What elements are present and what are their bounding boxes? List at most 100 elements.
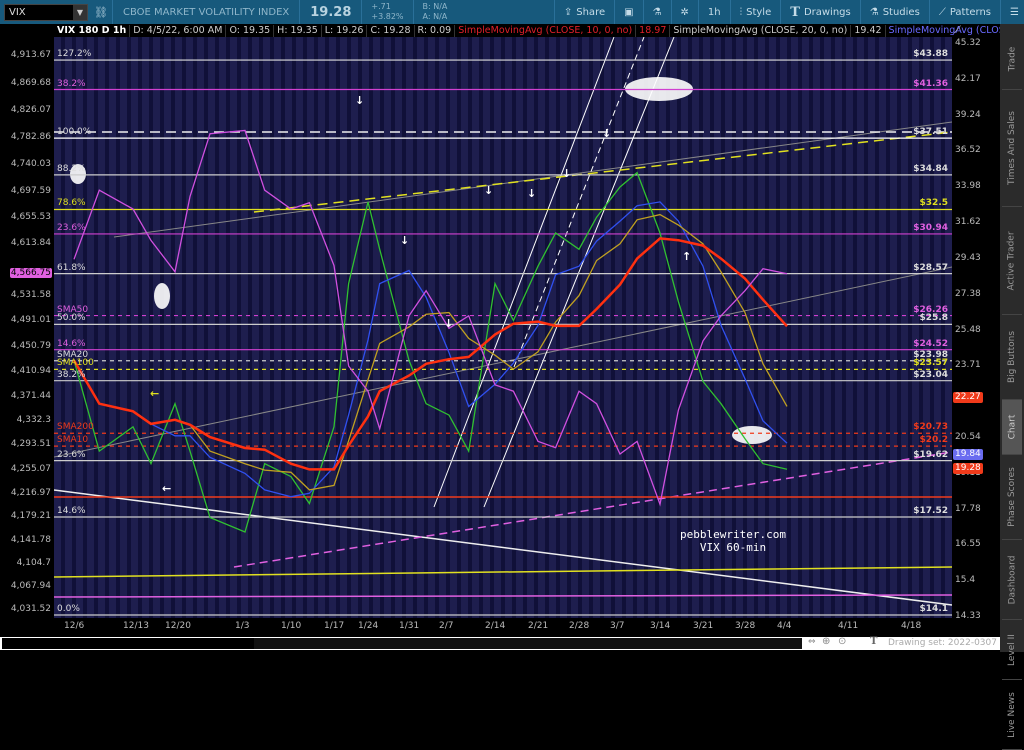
fib-label: 38.2% [57,78,86,89]
fib-label: 50.0% [57,313,86,324]
time-axis-tick: 2/14 [485,621,506,631]
studies-label: Studies [882,6,920,18]
text-tool-icon[interactable]: T [870,636,877,647]
time-axis-tick: 1/31 [399,621,420,631]
drawings-button[interactable]: T Drawings [780,0,859,24]
sidebar-tab-live-news[interactable]: Live News [1002,680,1022,750]
sidebar-tab-big-buttons[interactable]: Big Buttons [1002,315,1022,400]
sidebar-tab-chart[interactable]: Chart [1002,400,1022,455]
fib-label: 100.0% [57,127,92,138]
right-axis-tick: 33.98 [955,181,981,192]
percent-change: +3.82% [371,12,404,21]
bid: B: N/A [422,2,448,11]
time-axis[interactable]: 12/6 12/13 12/20 1/3 1/10 1/17 1/24 1/31 2/7 2/14… [54,618,952,636]
down-arrow-icon: ↓ [484,184,494,197]
sidebar-tab-active-trader[interactable]: Active Trader [1002,207,1022,315]
style-button[interactable]: ⫶ Style [729,0,781,24]
studies-button[interactable]: ⚗ Studies [859,0,929,24]
flask-icon: ⚗ [652,6,662,18]
bar-date: D: 4/5/22, 6:00 AM [130,25,227,37]
pan-icon[interactable]: ⇔ [808,637,816,647]
trendline-white [54,489,952,606]
chevron-down-icon[interactable]: ▼ [73,4,87,20]
flask-icon: ⚗ [869,6,879,18]
level-price-label: $41.36 [913,78,948,89]
scrollbar-track[interactable] [2,638,254,649]
price-badge: 19.84 [953,449,983,461]
share-button[interactable]: ⇪ Share [553,0,614,24]
level-price-label: $30.94 [913,222,948,233]
time-axis-tick: 2/7 [439,621,454,631]
scrollbar-thumb[interactable] [254,638,802,649]
fib-label: 23.6% [57,449,86,460]
last-price: 19.28 [310,4,352,20]
sidebar-tab-phase-scores[interactable]: Phase Scores [1002,455,1022,540]
right-axis-tick: 15.4 [955,575,976,586]
left-axis-tick: 4,740.03 [10,159,51,170]
alert-icon: ▣ [624,6,634,18]
left-axis-tick: 4,371.44 [10,390,51,401]
right-price-axis[interactable]: ⟋ 45.32 42.17 39.24 36.52 33.98 31.62 29.43 27.3… [952,25,1000,621]
patterns-button[interactable]: ⟋ Patterns [928,0,1000,24]
trendline-yellow-dashed [253,131,952,213]
time-axis-tick: 1/3 [235,621,250,631]
level-price-label: $28.57 [913,262,948,273]
right-axis-tick: 14.33 [955,611,981,621]
drawing-set-selector[interactable]: Drawing set: 2022-0307 [888,638,997,648]
drawings-label: Drawings [803,6,851,18]
left-axis-tick: 4,613.84 [10,238,51,249]
sidebar-tab-label: Big Buttons [1007,330,1017,384]
time-axis-tick: 3/21 [693,621,714,631]
sidebar-tab-trade[interactable]: Trade [1002,28,1022,90]
trendlines [54,37,952,606]
chart-symbol: VIX 180 D 1h [54,25,131,37]
left-arrow-icon: ← [150,387,160,400]
settings-button[interactable]: ✲ [670,0,698,24]
sidebar-tab-label: Phase Scores [1007,467,1018,527]
interval-button[interactable]: 1h [697,0,730,24]
sidebar-tab-label: Active Trader [1007,230,1018,291]
chart-svg [54,37,952,616]
level-price-label: $23.04 [913,369,948,380]
left-axis-tick: 4,655.53 [10,212,51,223]
crosshair-icon[interactable]: ⊕ [822,636,830,647]
menu-button[interactable]: ☰ [1000,0,1024,24]
flask-button[interactable]: ⚗ [642,0,671,24]
level-price-label: $14.1 [919,604,948,614]
right-axis-tick: 27.38 [955,288,981,299]
time-axis-tick: 3/28 [735,621,756,631]
level-price-label: $19.62 [913,449,948,460]
sma10-value: 18.97 [636,25,671,37]
zoom-icon[interactable]: ⊙ [838,636,846,647]
time-axis-tick: 12/6 [64,621,85,631]
right-sidebar: Trade Times And Sales Active Trader Big But… [1000,24,1024,750]
sma20-label[interactable]: SimpleMovingAvg (CLOSE, 20, 0, no) [670,25,852,37]
sidebar-tab-label: Chart [1007,414,1018,440]
chart-plot-area[interactable]: $43.88 127.2% $41.36 38.2% $37.51 100.0% $34.8… [54,37,952,618]
text-tool-icon: T [790,4,800,20]
sidebar-tab-times-and-sales[interactable]: Times And Sales [1002,90,1022,207]
symbol-input[interactable]: VIX ▼ [4,3,88,21]
auto-scale-icon[interactable]: ⟋ [954,25,961,36]
right-axis-tick: 23.71 [955,360,981,371]
sidebar-tab-label: Level II [1007,633,1017,666]
left-axis-tick: 4,697.59 [10,185,51,196]
level-price-label: $20.2 [919,435,948,446]
sma10-label[interactable]: SimpleMovingAvg (CLOSE, 10, 0, no) [455,25,637,37]
style-label: Style [746,6,772,18]
fib-label: 0.0% [57,604,80,614]
sidebar-tab-label: Times And Sales [1007,111,1017,185]
bar-low: L: 19.26 [322,25,368,37]
level-price-label: $43.88 [913,49,948,60]
left-axis-tick: 4,913.67 [10,50,51,60]
link-icon[interactable]: ⛓ [94,6,108,19]
fib-label: 78.6% [57,198,86,209]
sidebar-tab-level-ii[interactable]: Level II [1002,620,1022,680]
fib-label: 61.8% [57,262,86,273]
left-price-axis[interactable]: 4,913.67 4,869.68 4,826.07 4,782.86 4,740.03… [0,37,54,618]
alerts-button[interactable]: ▣ [614,0,642,24]
level-price-label: $17.52 [913,505,948,516]
sidebar-tab-dashboard[interactable]: Dashboard [1002,540,1022,620]
left-axis-tick: 4,410.94 [10,365,51,376]
bar-open: O: 19.35 [226,25,275,37]
